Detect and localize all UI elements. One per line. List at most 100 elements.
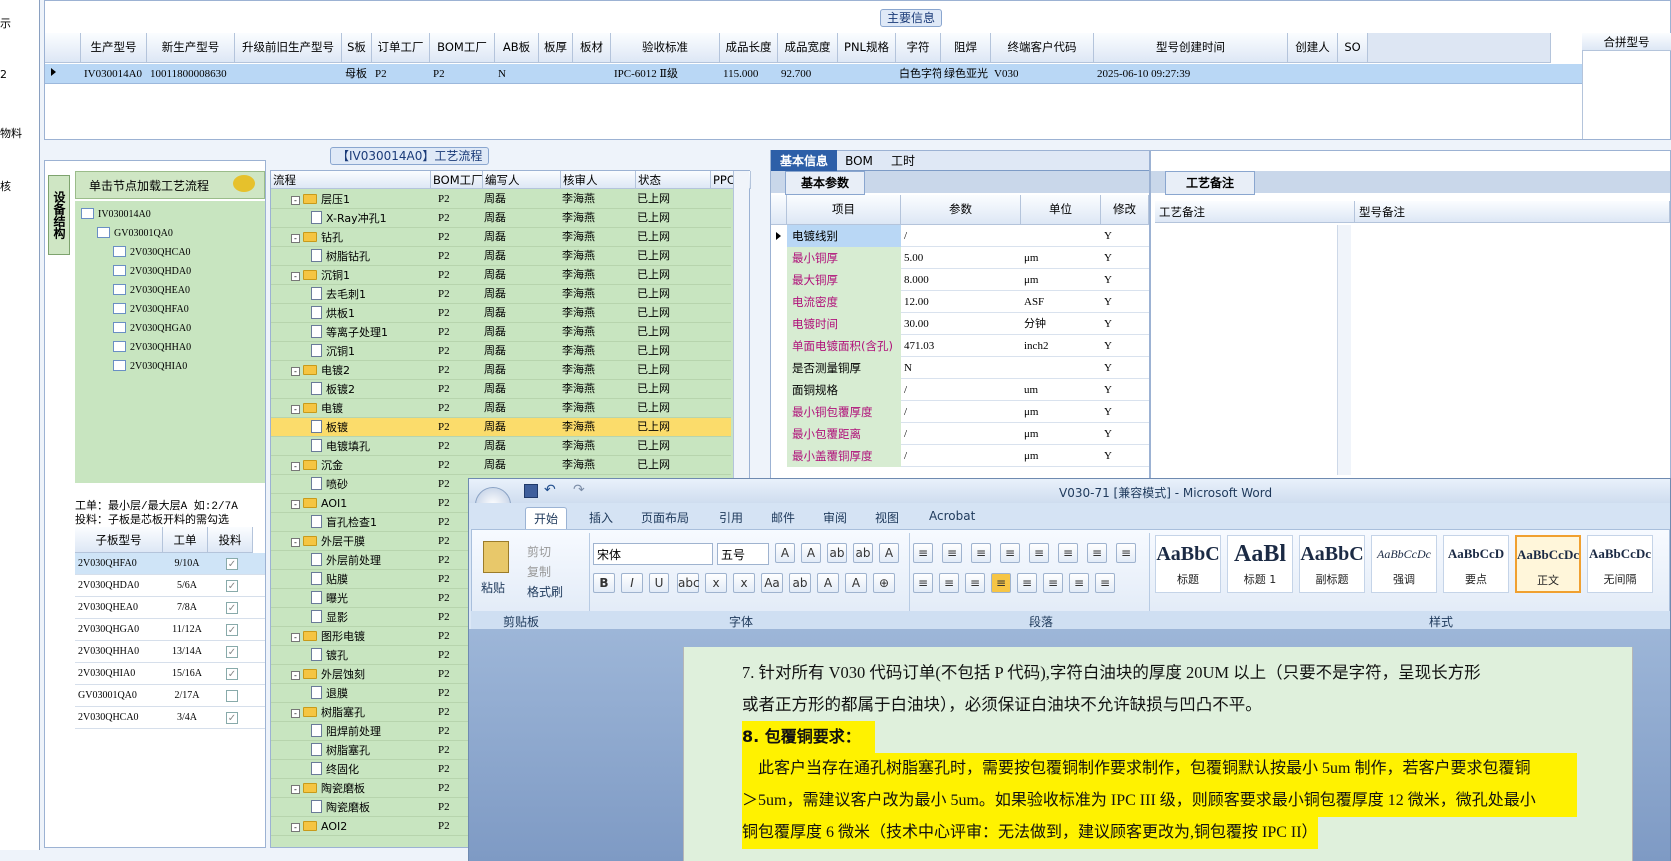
flow-row[interactable]: - 沉铜1 P2 周磊 李海燕 已上网	[271, 266, 731, 285]
format-icon[interactable]: x	[705, 573, 727, 593]
font-tool-icon[interactable]: ab	[827, 543, 847, 563]
table-cell[interactable]: IV030014A0	[81, 65, 147, 83]
tab-structure[interactable]: 设备结构	[48, 175, 70, 255]
format-icon[interactable]: A	[817, 573, 839, 593]
format-icon[interactable]: B	[593, 573, 615, 593]
feed-checkbox[interactable]: ✓	[226, 668, 238, 680]
tab-2[interactable]: 工时	[881, 150, 925, 172]
table-cell[interactable]: N	[495, 65, 539, 83]
tree-node[interactable]: 2V030QHFA0	[113, 300, 189, 319]
feed-checkbox[interactable]	[226, 690, 238, 702]
paragraph-icon[interactable]: ≡	[971, 543, 991, 563]
cut-button[interactable]: 剪切	[527, 543, 551, 560]
flow-row[interactable]: 等离子处理1 P2 周磊 李海燕 已上网	[271, 323, 731, 342]
table-cell[interactable]: P2	[430, 65, 495, 83]
copy-button[interactable]: 复制	[527, 563, 551, 580]
align-icon[interactable]: ≡	[991, 573, 1011, 593]
ribbon-tab[interactable]: 审阅	[815, 507, 855, 528]
font-tool-icon[interactable]: A	[879, 543, 899, 563]
style-option[interactable]: AaBl 标题 1	[1227, 535, 1293, 593]
format-icon[interactable]: Aa	[761, 573, 783, 593]
table-cell[interactable]: P2	[372, 65, 430, 83]
style-option[interactable]: AaBbCcDc 正文	[1515, 535, 1581, 593]
flow-row[interactable]: - 沉金 P2 周磊 李海燕 已上网	[271, 456, 731, 475]
font-tool-icon[interactable]: ab	[853, 543, 873, 563]
table-cell[interactable]: 2025-06-10 09:27:39	[1094, 65, 1288, 83]
tree-node[interactable]: 2V030QHCA0	[113, 243, 191, 262]
paragraph-icon[interactable]: ≡	[1058, 543, 1078, 563]
feed-checkbox[interactable]: ✓	[226, 712, 238, 724]
table-cell[interactable]: 白色字符	[896, 65, 941, 83]
param-value[interactable]: /	[901, 425, 1021, 443]
flow-row[interactable]: X-Ray冲孔1 P2 周磊 李海燕 已上网	[271, 209, 731, 228]
feed-checkbox[interactable]: ✓	[226, 580, 238, 592]
format-icon[interactable]: ab	[789, 573, 811, 593]
param-value[interactable]: 12.00	[901, 293, 1021, 311]
paragraph-icon[interactable]: ≡	[942, 543, 962, 563]
format-icon[interactable]: I	[621, 573, 643, 593]
table-cell[interactable]: IPC-6012 Ⅱ级	[611, 65, 720, 83]
ribbon-tab[interactable]: 页面布局	[633, 507, 697, 528]
tree-node[interactable]: 2V030QHEA0	[113, 281, 190, 300]
tree-node[interactable]: 2V030QHGA0	[113, 319, 191, 338]
tree-node[interactable]: IV030014A0	[81, 205, 151, 224]
ribbon-tab[interactable]: 插入	[581, 507, 621, 528]
tab-0[interactable]: 基本信息	[771, 150, 837, 172]
style-option[interactable]: AaBbC 标题	[1155, 535, 1221, 593]
paragraph-icon[interactable]: ≡	[1116, 543, 1136, 563]
format-icon[interactable]: abc	[677, 573, 700, 593]
feed-checkbox[interactable]: ✓	[226, 624, 238, 636]
paragraph-icon[interactable]: ≡	[1087, 543, 1107, 563]
param-value[interactable]: 30.00	[901, 315, 1021, 333]
table-cell[interactable]: 92.700	[778, 65, 838, 83]
param-value[interactable]: N	[901, 359, 1021, 377]
tab-basic-params[interactable]: 基本参数	[785, 171, 865, 195]
align-icon[interactable]: ≡	[1017, 573, 1037, 593]
style-option[interactable]: AaBbCcDc 无间隔	[1587, 535, 1653, 593]
ribbon-tab[interactable]: 开始	[525, 507, 568, 529]
table-cell[interactable]: 母板	[342, 65, 372, 83]
paste-button[interactable]: 粘贴	[481, 579, 505, 596]
flow-row[interactable]: - 电镀 P2 周磊 李海燕 已上网	[271, 399, 731, 418]
format-icon[interactable]: x	[733, 573, 755, 593]
param-value[interactable]: /	[901, 403, 1021, 421]
param-value[interactable]: 5.00	[901, 249, 1021, 267]
param-value[interactable]: 8.000	[901, 271, 1021, 289]
undo-icon[interactable]: ↶	[544, 482, 556, 498]
param-value[interactable]: 471.03	[901, 337, 1021, 355]
redo-icon[interactable]: ↷	[573, 482, 585, 498]
tab-1[interactable]: BOM	[837, 150, 881, 172]
table-cell[interactable]: V030	[991, 65, 1094, 83]
flow-row[interactable]: 树脂钻孔 P2 周磊 李海燕 已上网	[271, 247, 731, 266]
format-icon[interactable]: ⊕	[873, 573, 895, 593]
flow-row[interactable]: 板镀 P2 周磊 李海燕 已上网	[271, 418, 731, 437]
align-icon[interactable]: ≡	[939, 573, 959, 593]
flow-row[interactable]: - 层压1 P2 周磊 李海燕 已上网	[271, 190, 731, 209]
format-icon[interactable]: U	[649, 573, 669, 593]
param-value[interactable]: /	[901, 227, 1021, 245]
paragraph-icon[interactable]: ≡	[1000, 543, 1020, 563]
format-icon[interactable]: A	[845, 573, 867, 593]
feed-checkbox[interactable]: ✓	[226, 646, 238, 658]
flow-row[interactable]: - 电镀2 P2 周磊 李海燕 已上网	[271, 361, 731, 380]
font-tool-icon[interactable]: A	[775, 543, 795, 563]
tab-process-remark[interactable]: 工艺备注	[1165, 171, 1255, 195]
table-cell[interactable]: 115.000	[720, 65, 778, 83]
tree-node[interactable]: 2V030QHDA0	[113, 262, 191, 281]
tree-node[interactable]: GV03001QA0	[97, 224, 173, 243]
paste-icon[interactable]	[483, 541, 509, 573]
ribbon-tab[interactable]: 引用	[711, 507, 751, 528]
feed-checkbox[interactable]: ✓	[226, 602, 238, 614]
align-icon[interactable]: ≡	[1095, 573, 1115, 593]
flow-row[interactable]: 烘板1 P2 周磊 李海燕 已上网	[271, 304, 731, 323]
ribbon-tab[interactable]: 邮件	[763, 507, 803, 528]
flow-row[interactable]: 去毛刺1 P2 周磊 李海燕 已上网	[271, 285, 731, 304]
align-icon[interactable]: ≡	[1069, 573, 1089, 593]
save-icon[interactable]	[524, 484, 538, 498]
flow-row[interactable]: 板镀2 P2 周磊 李海燕 已上网	[271, 380, 731, 399]
style-option[interactable]: AaBbC 副标题	[1299, 535, 1365, 593]
table-cell[interactable]: 10011800008630	[147, 65, 235, 83]
flow-row[interactable]: - 钻孔 P2 周磊 李海燕 已上网	[271, 228, 731, 247]
paragraph-icon[interactable]: ≡	[1029, 543, 1049, 563]
format-painter-button[interactable]: 格式刷	[527, 583, 563, 600]
